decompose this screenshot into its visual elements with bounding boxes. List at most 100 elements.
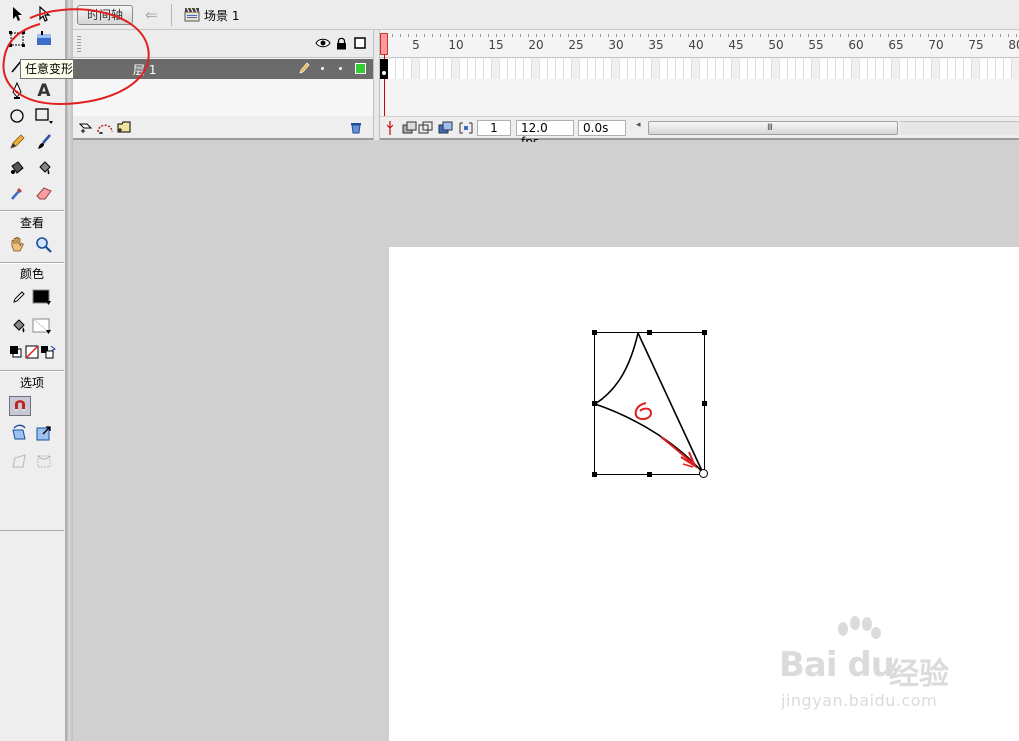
ruler-tick [560, 34, 561, 37]
ruler-tick [592, 34, 593, 37]
stroke-color-swatch[interactable] [31, 286, 53, 308]
elapsed-time-field[interactable]: 0.0s [578, 120, 626, 136]
ruler-tick [792, 34, 793, 37]
ruler-tick [936, 34, 937, 37]
eye-icon[interactable] [315, 37, 331, 52]
add-motion-guide-icon[interactable] [96, 120, 114, 137]
scroll-left-arrow[interactable]: ◂ [636, 120, 641, 130]
layer-row[interactable]: 层 1 [73, 59, 373, 79]
ruler-tick [448, 34, 449, 37]
eraser-tool-icon[interactable] [33, 182, 55, 204]
ruler-tick [496, 34, 497, 37]
watermark-cn-text: 经验 [889, 657, 949, 692]
lock-dot[interactable] [339, 67, 342, 70]
zoom-tool-icon[interactable] [33, 234, 55, 256]
scale-icon[interactable] [33, 422, 55, 444]
rotate-skew-icon[interactable] [8, 422, 30, 444]
text-tool-icon[interactable]: A [33, 80, 55, 102]
scene-breadcrumb[interactable]: 场景 1 [204, 7, 239, 24]
view-section-label: 查看 [19, 216, 44, 230]
hand-tool-icon[interactable] [6, 234, 28, 256]
timeline-toggle-button[interactable]: 时间轴 [77, 5, 133, 25]
ruler-tick [680, 34, 681, 37]
transform-handle[interactable] [647, 330, 652, 335]
snap-magnet-icon[interactable] [9, 395, 31, 417]
shape-arc-top[interactable] [594, 332, 639, 405]
panel-grip[interactable] [77, 36, 81, 52]
ruler-tick [776, 34, 777, 37]
subselection-tool-icon[interactable] [33, 3, 55, 25]
back-arrow-icon[interactable]: ⇐ [145, 6, 158, 24]
ruler-tick [920, 34, 921, 37]
ruler-number: 75 [968, 38, 984, 52]
insert-layer-icon[interactable] [78, 120, 93, 137]
modify-onion-markers-icon[interactable] [458, 121, 474, 138]
ink-bottle-tool-icon[interactable] [6, 157, 28, 179]
panel-divider[interactable] [66, 0, 73, 741]
brush-tool-icon[interactable] [33, 131, 55, 153]
onion-skin-outlines-icon[interactable] [418, 121, 434, 138]
frame-rate-field[interactable]: 12.0 fps [516, 120, 574, 149]
ruler-tick [952, 34, 953, 37]
ruler-tick [816, 34, 817, 37]
transform-center-point[interactable] [699, 469, 708, 478]
selection-tool-icon[interactable] [6, 3, 28, 25]
transform-handle[interactable] [592, 472, 597, 477]
keyframe[interactable] [380, 59, 388, 79]
frame-ruler[interactable]: 15101520253035404550556065707580 [380, 30, 1019, 115]
ruler-tick [744, 34, 745, 37]
transform-handle[interactable] [592, 401, 597, 406]
delete-layer-trash-icon[interactable] [349, 120, 363, 137]
lock-icon[interactable] [336, 37, 347, 53]
pen-tool-icon[interactable] [6, 80, 28, 102]
layer-outline-color[interactable] [355, 63, 366, 74]
ruler-tick [720, 34, 721, 37]
ruler-tick [536, 34, 537, 37]
work-area[interactable]: Bai du 经验 jingyan.baidu.com [73, 142, 1019, 741]
annotation-arrow-line [660, 436, 696, 466]
stage[interactable]: Bai du 经验 jingyan.baidu.com [389, 247, 1019, 741]
ruler-tick [992, 34, 993, 37]
outline-icon[interactable] [354, 37, 366, 52]
horizontal-scroll-track[interactable] [900, 121, 1019, 135]
free-transform-tool-icon[interactable] [6, 28, 28, 50]
transform-bounding-box[interactable] [594, 332, 705, 475]
oval-tool-icon[interactable] [6, 105, 28, 127]
eyedropper-tool-icon[interactable] [6, 182, 28, 204]
ruler-tick [1016, 34, 1017, 37]
gradient-transform-tool-icon[interactable] [33, 28, 55, 50]
transform-handle[interactable] [702, 330, 707, 335]
swap-colors-icon[interactable] [37, 341, 59, 363]
transform-handle[interactable] [647, 472, 652, 477]
onion-skin-icon[interactable] [402, 121, 418, 138]
horizontal-scroll-thumb[interactable]: III [648, 121, 898, 135]
pencil-tool-icon[interactable] [6, 131, 28, 153]
transform-handle[interactable] [702, 401, 707, 406]
playhead[interactable] [380, 33, 388, 55]
ruler-number: 5 [412, 38, 420, 52]
insert-folder-icon[interactable] [116, 120, 132, 137]
ruler-tick [728, 34, 729, 37]
paint-bucket-tool-icon[interactable] [33, 157, 55, 179]
current-frame-field[interactable]: 1 [477, 120, 511, 136]
ruler-tick [712, 34, 713, 37]
ruler-tick [1000, 34, 1001, 37]
shape-edge-right[interactable] [637, 332, 704, 474]
ruler-tick [984, 34, 985, 37]
transform-handle[interactable] [592, 330, 597, 335]
ruler-number: 50 [768, 38, 784, 52]
visibility-dot[interactable] [321, 67, 324, 70]
edit-multiple-frames-icon[interactable] [438, 121, 454, 138]
ruler-tick [896, 34, 897, 37]
ruler-tick [432, 34, 433, 37]
rectangle-tool-icon[interactable] [33, 105, 55, 127]
ruler-tick [856, 34, 857, 37]
timeline-panel: 层 1 15101520253035404550556065707580 [73, 30, 1019, 149]
baidu-jingyan-watermark: Bai du 经验 jingyan.baidu.com [779, 616, 969, 725]
ruler-tick [480, 34, 481, 37]
ruler-tick [392, 34, 393, 37]
timeline-status-bar: 1 12.0 fps 0.0s ◂ III [380, 116, 1019, 149]
fill-color-swatch[interactable] [31, 315, 53, 337]
ruler-tick [848, 34, 849, 37]
center-frame-icon[interactable] [383, 120, 397, 139]
